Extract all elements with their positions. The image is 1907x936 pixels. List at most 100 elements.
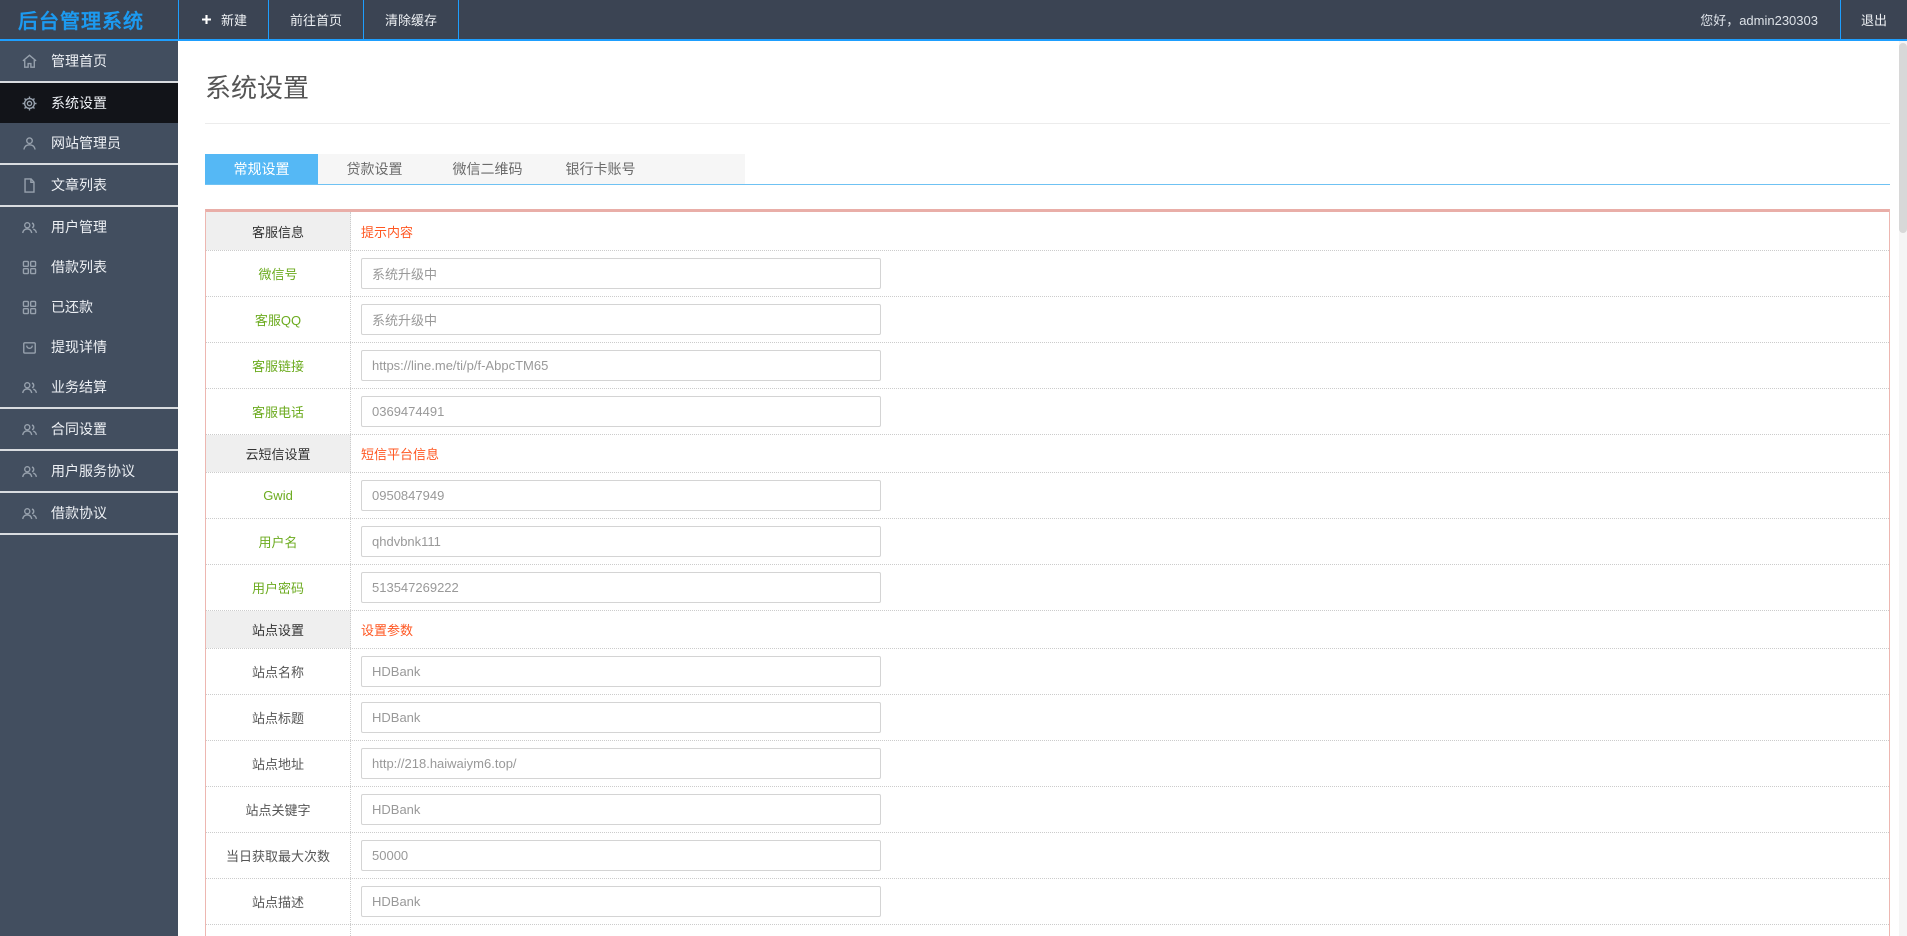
section-hint: 短信平台信息: [361, 447, 440, 462]
user-icon: [21, 135, 38, 152]
logout-button[interactable]: 退出: [1839, 0, 1907, 39]
field-input[interactable]: [361, 258, 881, 289]
field-input[interactable]: [361, 886, 881, 917]
field-input[interactable]: [361, 480, 881, 511]
greeting-text: 您好，admin230303: [1700, 13, 1818, 28]
form-row-content: 设置参数: [351, 611, 1889, 648]
form-row-content: [351, 473, 1889, 518]
sidebar-item-label: 已还款: [51, 299, 93, 315]
form-section-row: 云短信设置 短信平台信息: [206, 434, 1889, 472]
form-row-content: [351, 343, 1889, 388]
sidebar-item[interactable]: 用户管理: [0, 207, 178, 247]
sidebar-item[interactable]: 网站管理员: [0, 123, 178, 163]
sidebar-item[interactable]: 借款列表: [0, 247, 178, 287]
form-row-content: 提示内容: [351, 212, 1889, 250]
form-row-content: [351, 649, 1889, 694]
clear-cache-button[interactable]: 清除缓存: [363, 0, 460, 39]
sidebar-item[interactable]: 合同设置: [0, 409, 178, 449]
field-input[interactable]: [361, 350, 881, 381]
sidebar-item[interactable]: 提现详情: [0, 327, 178, 367]
topbar-right: 您好，admin230303 退出: [1678, 0, 1907, 39]
sidebar-item-label: 系统设置: [51, 95, 107, 111]
new-button[interactable]: 新建: [178, 0, 268, 39]
section-label: 站点设置: [206, 611, 351, 648]
sidebar-item-label: 提现详情: [51, 339, 107, 355]
field-label: 站点关键字: [206, 787, 351, 832]
title-divider: [205, 123, 1890, 124]
clear-cache-label: 清除缓存: [385, 13, 438, 28]
section-label: 客服信息: [206, 212, 351, 250]
field-input[interactable]: [361, 304, 881, 335]
tab-item[interactable]: 微信二维码: [431, 154, 544, 184]
sidebar-item-label: 用户管理: [51, 219, 107, 235]
sidebar-item[interactable]: 管理首页: [0, 41, 178, 81]
field-label: 当日获取最大次数: [206, 833, 351, 878]
form-input-row: 用户密码: [206, 564, 1889, 610]
bag-icon: [21, 339, 38, 356]
sidebar-group: 系统设置 网站管理员: [0, 83, 178, 163]
document-icon: [21, 177, 38, 194]
field-input[interactable]: [361, 396, 881, 427]
form-input-row: 站点地址: [206, 740, 1889, 786]
users-icon: [21, 379, 38, 396]
form-input-row: 客服链接: [206, 342, 1889, 388]
field-input[interactable]: [361, 702, 881, 733]
field-input[interactable]: [361, 840, 881, 871]
form-input-row: 微信号: [206, 250, 1889, 296]
sidebar-item-label: 用户服务协议: [51, 463, 135, 479]
sidebar-item[interactable]: 文章列表: [0, 165, 178, 205]
gear-icon: [21, 95, 38, 112]
sidebar-item-label: 合同设置: [51, 421, 107, 437]
tab-item[interactable]: 常规设置: [205, 154, 318, 184]
form-row-content: [351, 741, 1889, 786]
grid-icon: [21, 299, 38, 316]
section-hint: 提示内容: [361, 224, 414, 240]
field-input[interactable]: [361, 526, 881, 557]
sidebar-item[interactable]: 借款协议: [0, 493, 178, 533]
home-icon: [21, 53, 38, 70]
sidebar-item-label: 借款协议: [51, 505, 107, 521]
field-label: 站点描述: [206, 879, 351, 924]
topbar: 后台管理系统 新建 前往首页 清除缓存 您好，admin230303 退出: [0, 0, 1907, 41]
sidebar-group: 借款协议: [0, 493, 178, 533]
form-row-content: [351, 251, 1889, 296]
sidebar-item-label: 业务结算: [51, 379, 107, 395]
form-row-content: [351, 787, 1889, 832]
field-label: 客服电话: [206, 389, 351, 434]
field-input[interactable]: [361, 748, 881, 779]
sidebar-item[interactable]: 已还款: [0, 287, 178, 327]
form-input-row: 客服QQ: [206, 296, 1889, 342]
users-icon: [21, 505, 38, 522]
field-input[interactable]: [361, 572, 881, 603]
sidebar-item[interactable]: 业务结算: [0, 367, 178, 407]
settings-form-table: 客服信息提示内容微信号客服QQ客服链接客服电话云短信设置短信平台信息Gwid用户…: [205, 209, 1890, 936]
go-home-button[interactable]: 前往首页: [268, 0, 363, 39]
field-input[interactable]: [361, 656, 881, 687]
field-input[interactable]: [361, 794, 881, 825]
field-label: 客服链接: [206, 343, 351, 388]
form-input-row: 用户名: [206, 518, 1889, 564]
form-input-row: Gwid: [206, 472, 1889, 518]
form-input-row: 站点标题: [206, 694, 1889, 740]
sidebar-item[interactable]: 用户服务协议: [0, 451, 178, 491]
sidebar-item-label: 网站管理员: [51, 135, 121, 151]
field-label: 用户名: [206, 519, 351, 564]
sidebar-item[interactable]: 系统设置: [0, 83, 178, 123]
section-hint: 设置参数: [361, 623, 414, 638]
grid-icon: [21, 259, 38, 276]
sidebar-group: 用户服务协议: [0, 451, 178, 491]
sidebar-group: 管理首页: [0, 41, 178, 81]
form-input-row: 当日获取最大次数: [206, 832, 1889, 878]
form-input-row: 站点关键字: [206, 786, 1889, 832]
form-input-row: 客服电话: [206, 388, 1889, 434]
tab-item[interactable]: 银行卡账号: [544, 154, 657, 184]
vertical-scrollbar[interactable]: [1899, 41, 1907, 936]
tab-bar: 常规设置 贷款设置 微信二维码 银行卡账号: [205, 154, 1890, 185]
new-button-label: 新建: [221, 13, 248, 28]
form-row-content: 短信平台信息: [351, 435, 1889, 472]
sidebar-item-label: 借款列表: [51, 259, 107, 275]
sidebar-divider: [0, 533, 178, 535]
scrollbar-thumb[interactable]: [1899, 43, 1907, 233]
tab-item[interactable]: 贷款设置: [318, 154, 431, 184]
tab-strip: 常规设置 贷款设置 微信二维码 银行卡账号: [205, 154, 745, 184]
